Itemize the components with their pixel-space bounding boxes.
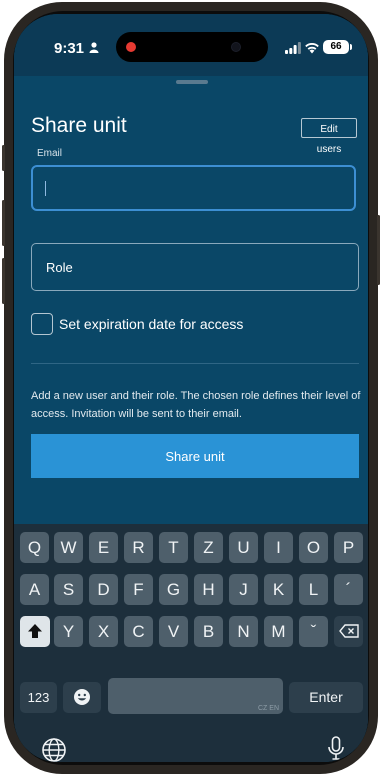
recording-indicator-icon [126, 42, 136, 52]
key[interactable]: J [229, 574, 258, 605]
key[interactable]: Q [20, 532, 49, 563]
email-field[interactable] [31, 165, 356, 211]
backspace-icon [338, 624, 359, 638]
wifi-icon [305, 43, 319, 54]
role-select[interactable]: Role [31, 243, 359, 291]
key[interactable]: H [194, 574, 223, 605]
key[interactable]: A [20, 574, 49, 605]
key[interactable]: L [299, 574, 328, 605]
side-button-power [377, 215, 380, 285]
screen: 9:31 66 Share unit Edit users Email Role… [14, 14, 368, 762]
key[interactable]: V [159, 616, 188, 647]
key[interactable]: W [54, 532, 83, 563]
email-label: Email [37, 148, 63, 159]
sheet-grabber[interactable] [176, 80, 208, 84]
role-placeholder: Role [46, 260, 73, 275]
key[interactable]: X [89, 616, 118, 647]
cellular-signal-icon [285, 42, 301, 54]
space-language-hint: CZ EN [258, 705, 279, 712]
side-button-volume-up [2, 200, 5, 246]
divider [31, 363, 359, 364]
emoji-key[interactable] [63, 682, 101, 713]
key[interactable]: B [194, 616, 223, 647]
numbers-key[interactable]: 123 [20, 682, 57, 713]
status-time: 9:31 [54, 40, 85, 57]
expiration-checkbox[interactable] [31, 313, 53, 335]
key[interactable]: P [334, 532, 363, 563]
key[interactable]: T [159, 532, 188, 563]
camera-icon [232, 43, 240, 51]
keyboard: Q W E R T Z U I O P A S D F G H J K L ´ … [14, 524, 368, 762]
sheet-title: Share unit [31, 114, 127, 137]
key[interactable]: ˇ [299, 616, 328, 647]
key[interactable]: R [124, 532, 153, 563]
key[interactable]: I [264, 532, 293, 563]
shift-key[interactable] [20, 616, 50, 647]
status-bar: 9:31 66 [14, 14, 368, 76]
edit-users-button[interactable]: Edit users [301, 118, 357, 155]
key[interactable]: S [54, 574, 83, 605]
share-unit-button[interactable]: Share unit [31, 434, 359, 478]
side-button-volume-down [2, 258, 5, 304]
enter-key[interactable]: Enter [289, 682, 363, 713]
space-key[interactable]: CZ EN [108, 678, 283, 714]
text-caret [45, 181, 46, 196]
globe-icon[interactable] [41, 737, 67, 762]
key[interactable]: F [124, 574, 153, 605]
key[interactable]: O [299, 532, 328, 563]
key[interactable]: N [229, 616, 258, 647]
key[interactable]: Y [54, 616, 83, 647]
help-text: Add a new user and their role. The chose… [31, 390, 361, 420]
battery-icon: 66 [323, 40, 352, 54]
person-icon [89, 42, 99, 53]
key[interactable]: G [159, 574, 188, 605]
key[interactable]: K [264, 574, 293, 605]
key[interactable]: D [89, 574, 118, 605]
share-unit-sheet: Share unit Edit users Email Role Set exp… [14, 76, 368, 524]
key[interactable]: E [89, 532, 118, 563]
side-button-action [2, 145, 5, 171]
expiration-label[interactable]: Set expiration date for access [59, 316, 243, 332]
key[interactable]: Z [194, 532, 223, 563]
key[interactable]: U [229, 532, 258, 563]
key[interactable]: C [124, 616, 153, 647]
emoji-icon [74, 689, 90, 706]
shift-icon [28, 624, 42, 639]
key[interactable]: M [264, 616, 293, 647]
microphone-icon[interactable] [326, 736, 346, 762]
backspace-key[interactable] [334, 616, 363, 647]
key[interactable]: ´ [334, 574, 363, 605]
dynamic-island [116, 32, 268, 62]
